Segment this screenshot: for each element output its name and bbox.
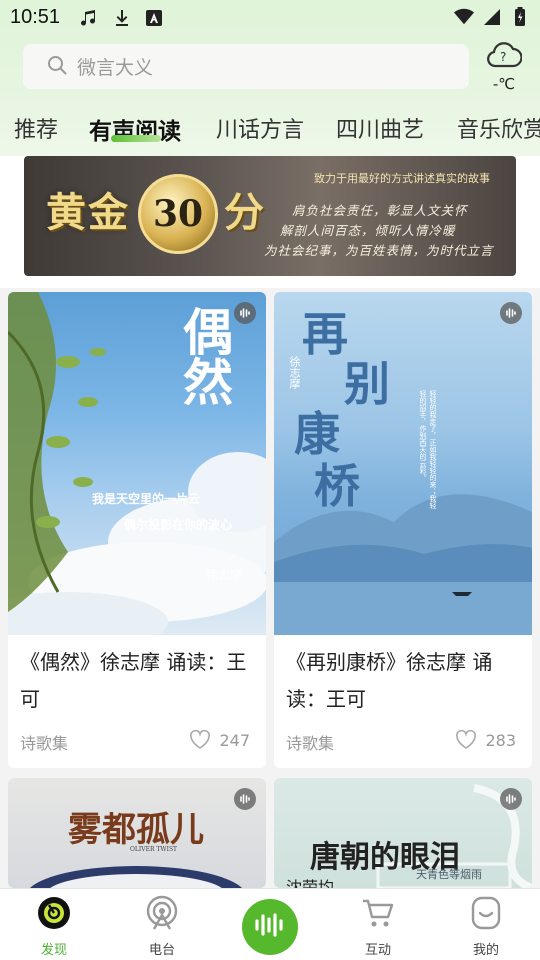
weather-widget[interactable]: ? -℃ [484,40,524,96]
cover-subtitle: OLIVER TWIST [130,846,178,853]
banner-slogan: 致力于用最好的方式讲述真实的故事 [314,172,490,185]
svg-text:?: ? [500,50,506,64]
audio-badge-icon [234,302,256,324]
audio-card[interactable]: 雾都孤儿 OLIVER TWIST [8,778,266,888]
nav-label: 电台 [148,943,175,958]
like-button[interactable]: 247 [189,730,250,750]
card-cover-image: 再 别 康 桥 徐志摩 轻轻的我走了，正如我轻轻的来；我轻轻的招手，作别西天的云… [274,292,532,635]
card-cover-image: 雾都孤儿 OLIVER TWIST [8,778,266,888]
like-count: 247 [219,730,250,750]
cover-poem: 轻轻的我走了，正如我轻轻的来；我轻轻的招手，作别西天的云彩。 [419,390,437,509]
cover-verse-2: 偶尔投影在你的波心 [124,518,233,532]
banner-coin: 30 [138,174,218,254]
tab-recommend[interactable]: 推荐 [14,112,58,144]
category-tabs: 推荐 有声阅读 川话方言 四川曲艺 音乐欣赏 [0,108,540,152]
tab-music[interactable]: 音乐欣赏 [457,112,540,144]
card-meta: 诗歌集 283 [286,730,522,754]
cover-verse-1: 我是天空里的一片云 [92,492,201,506]
cover-author: 徐志摩 [206,568,243,582]
banner-title-left: 黄金 [46,189,130,236]
audio-badge-icon [234,788,256,810]
discover-icon [36,895,72,931]
nav-label: 发现 [40,943,67,958]
cover-title-char-1: 再 [302,307,348,361]
nav-label: 互动 [364,943,391,958]
banner-line-1: 肩负社会责任，彰显人文关怀 [292,203,468,218]
cover-big-title: 偶然 [175,306,234,406]
nav-radio[interactable]: 电台 [122,895,202,958]
nav-label: 我的 [472,943,499,958]
music-note-icon [80,8,100,28]
banner-line-3: 为社会纪事，为百姓表情，为时代立言 [264,243,494,258]
weather-temperature: -℃ [492,75,516,93]
app-header: 10:51 微言大义 ? -℃ 推荐 有声阅读 川话方言 四川曲艺 音乐欣赏 [0,0,540,156]
banner-title-right: 分 [224,189,264,236]
card-cover-image: 偶然 我是天空里的一片云 偶尔投影在你的波心 徐志摩 [8,292,266,635]
font-a-icon [144,8,164,28]
signal-icon [482,7,502,27]
battery-icon [510,7,530,27]
status-time: 10:51 [10,6,61,28]
bottom-navigation: 发现 电台 互动 我的 [0,888,540,960]
status-system-icons [454,7,530,27]
cover-big-title: 雾都孤儿 [68,810,204,850]
audio-card[interactable]: 偶然 我是天空里的一片云 偶尔投影在你的波心 徐志摩 《偶然》徐志摩 诵读：王可… [8,292,266,768]
heart-icon [190,730,211,749]
download-icon [112,8,132,28]
like-count: 283 [485,730,516,750]
cloud-question-icon: ? [486,40,523,74]
card-cover-image: 唐朝的眼泪 天青色等烟雨 沈荣均 [274,778,532,888]
card-meta: 诗歌集 247 [20,730,256,754]
play-center-button[interactable] [242,899,298,955]
search-placeholder: 微言大义 [77,57,154,79]
wifi-icon [454,7,474,27]
audio-card[interactable]: 唐朝的眼泪 天青色等烟雨 沈荣均 [274,778,532,888]
cover-title-char-2: 别 [344,357,390,411]
profile-icon [468,895,504,931]
like-button[interactable]: 283 [455,730,516,750]
tab-sichuan-dialect[interactable]: 川话方言 [216,112,304,144]
banner-line-2: 解剖人间百态，倾听人情冷暖 [280,223,456,238]
banner-section: 黄金 30 分 致力于用最好的方式讲述真实的故事 肩负社会责任，彰显人文关怀 解… [0,156,540,288]
tab-sichuan-opera[interactable]: 四川曲艺 [336,112,424,144]
banner-number: 30 [152,193,204,235]
audio-badge-icon [500,788,522,810]
card-title: 《再别康桥》徐志摩 诵读：王可 [286,650,493,711]
cart-icon [360,895,396,931]
audio-wave-icon [254,913,286,941]
search-input[interactable]: 微言大义 [23,44,469,89]
cover-author: 沈荣均 [286,878,335,888]
banner-golden-30[interactable]: 黄金 30 分 致力于用最好的方式讲述真实的故事 肩负社会责任，彰显人文关怀 解… [24,156,516,276]
audio-badge-icon [500,302,522,324]
search-icon [47,55,67,79]
status-notification-icons [80,8,164,28]
audio-card[interactable]: 再 别 康 桥 徐志摩 轻轻的我走了，正如我轻轻的来；我轻轻的招手，作别西天的云… [274,292,532,768]
heart-icon [456,730,477,749]
nav-discover[interactable]: 发现 [14,895,94,958]
nav-profile[interactable]: 我的 [446,895,526,958]
card-title: 《偶然》徐志摩 诵读：王可 [20,650,247,711]
active-tab-indicator [111,135,161,142]
cover-title-char-4: 桥 [314,459,360,513]
nav-interact[interactable]: 互动 [338,895,418,958]
status-bar: 10:51 [0,0,540,36]
card-collection: 诗歌集 [286,734,335,753]
cover-subtitle: 天青色等烟雨 [416,868,482,881]
radio-icon [144,895,180,931]
cover-author: 徐志摩 [288,356,301,389]
card-collection: 诗歌集 [20,734,69,753]
